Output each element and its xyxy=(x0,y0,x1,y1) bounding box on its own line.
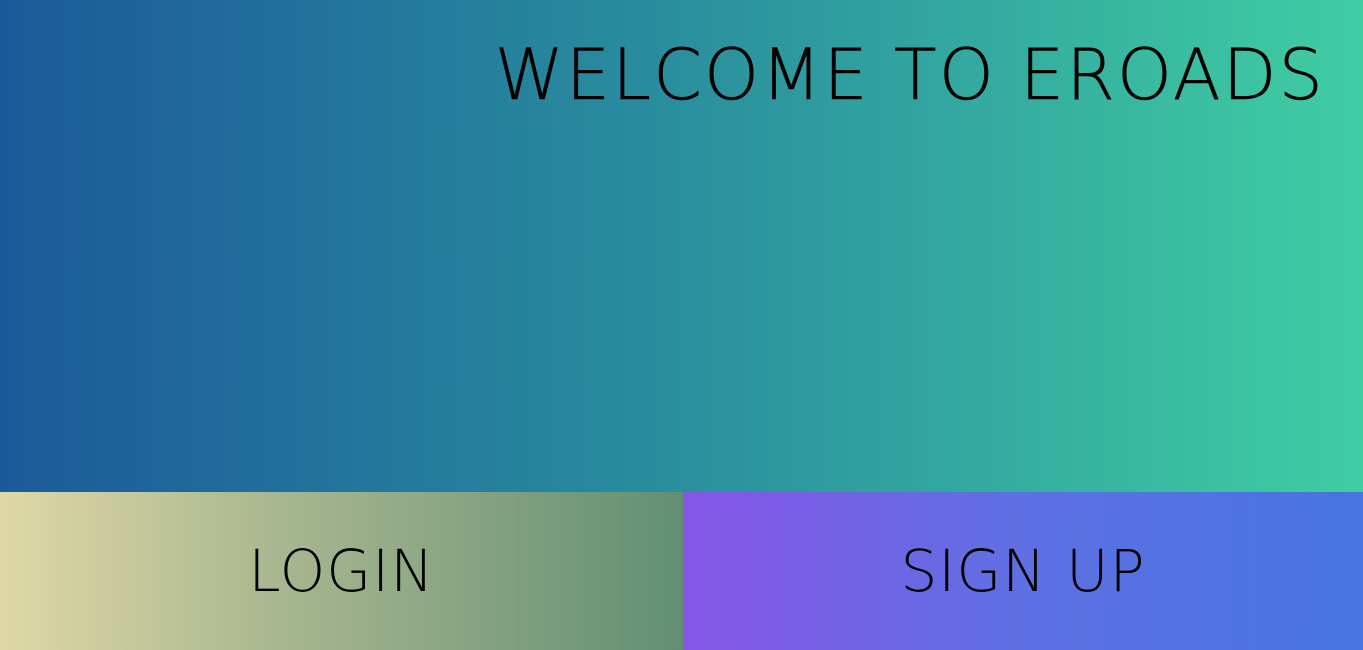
page-title: WELCOME TO EROADS xyxy=(494,34,1325,116)
action-bar: LOGIN SIGN UP xyxy=(0,492,1363,650)
login-button-label: LOGIN xyxy=(248,537,435,605)
hero-banner: WELCOME TO EROADS xyxy=(0,0,1363,492)
login-button[interactable]: LOGIN xyxy=(0,492,683,650)
signup-button-label: SIGN UP xyxy=(900,537,1146,605)
signup-button[interactable]: SIGN UP xyxy=(683,492,1363,650)
